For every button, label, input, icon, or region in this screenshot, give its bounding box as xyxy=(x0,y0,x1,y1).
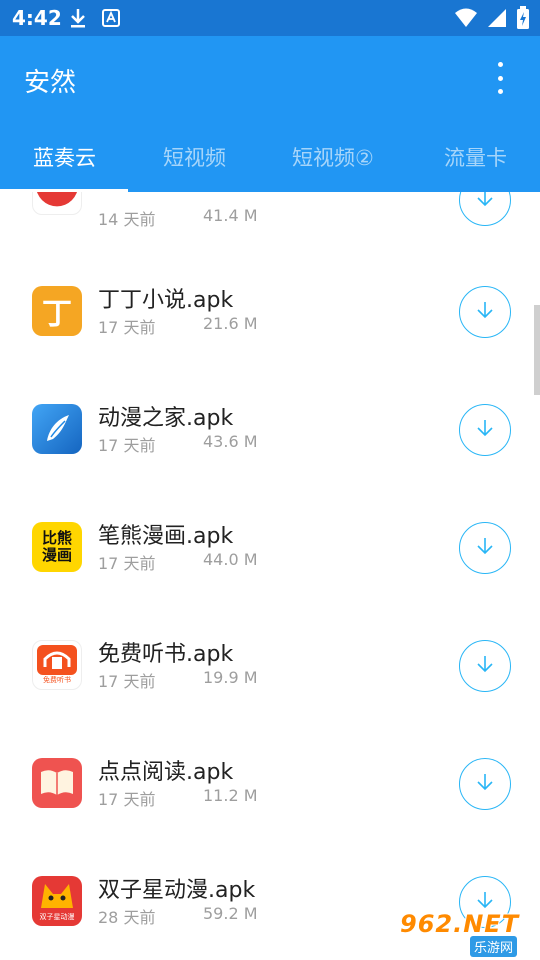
file-name: 丁丁小说.apk xyxy=(98,288,234,313)
download-button[interactable] xyxy=(459,192,511,226)
a-icon xyxy=(102,7,120,33)
download-button[interactable] xyxy=(459,286,511,338)
watermark-logo: 962.NET 乐游网 xyxy=(400,908,538,958)
download-arrow-icon xyxy=(474,771,496,797)
download-arrow-icon xyxy=(474,653,496,679)
file-date: 17 天前 xyxy=(98,790,156,809)
file-name: 笔熊漫画.apk xyxy=(98,524,234,549)
download-button[interactable] xyxy=(459,522,511,574)
partial-red-app-icon xyxy=(32,192,82,215)
tab-short-video[interactable]: 短视频 xyxy=(163,142,226,172)
file-name: 动漫之家.apk xyxy=(98,406,234,431)
download-arrow-icon xyxy=(474,535,496,561)
tab-lanzouyun[interactable]: 蓝奏云 xyxy=(33,142,96,172)
file-name: 免费听书.apk xyxy=(98,642,234,667)
scrollbar[interactable] xyxy=(534,305,540,395)
download-icon xyxy=(68,7,88,33)
download-arrow-icon xyxy=(474,417,496,443)
tab-short-video-2[interactable]: 短视频② xyxy=(292,142,374,172)
file-date: 28 天前 xyxy=(98,908,156,927)
list-item[interactable]: 14 天前 41.4 M xyxy=(0,192,540,229)
app-bar: 安然 蓝奏云 短视频 短视频② 流量卡 xyxy=(0,36,540,192)
battery-charging-icon xyxy=(516,6,530,34)
download-arrow-icon xyxy=(474,299,496,325)
free-audiobook-icon: 免费听书 xyxy=(32,640,82,690)
bixiong-comic-icon: 比熊 漫画 xyxy=(32,522,82,572)
download-button[interactable] xyxy=(459,640,511,692)
tab-data-card[interactable]: 流量卡 xyxy=(444,142,507,172)
file-size: 41.4 M xyxy=(203,206,258,225)
file-size: 44.0 M xyxy=(203,550,258,569)
diandian-reading-icon xyxy=(32,758,82,808)
file-list: 14 天前 41.4 M 丁 丁丁小说.apk 17 天前 21.6 M 动漫之… xyxy=(0,192,540,960)
file-date: 17 天前 xyxy=(98,672,156,691)
status-time: 4:42 xyxy=(12,6,62,30)
download-button[interactable] xyxy=(459,758,511,810)
list-item[interactable]: 点点阅读.apk 17 天前 11.2 M xyxy=(0,724,540,842)
download-button[interactable] xyxy=(459,404,511,456)
file-name: 点点阅读.apk xyxy=(98,760,234,785)
app-title: 安然 xyxy=(24,68,77,98)
file-name: 双子星动漫.apk xyxy=(98,878,256,903)
file-date: 17 天前 xyxy=(98,554,156,573)
download-arrow-icon xyxy=(474,192,496,213)
file-date: 17 天前 xyxy=(98,436,156,455)
file-size: 19.9 M xyxy=(203,668,258,687)
file-size: 43.6 M xyxy=(203,432,258,451)
watermark-sub: 乐游网 xyxy=(470,936,518,957)
list-item[interactable]: 动漫之家.apk 17 天前 43.6 M xyxy=(0,370,540,488)
watermark-main: 962.NET xyxy=(400,910,520,938)
tab-bar: 蓝奏云 短视频 短视频② 流量卡 xyxy=(0,132,540,192)
file-size: 21.6 M xyxy=(203,314,258,333)
more-vert-icon[interactable] xyxy=(488,62,512,94)
dongman-zhijia-icon xyxy=(32,404,82,454)
file-date: 14 天前 xyxy=(98,210,156,229)
wifi-icon xyxy=(454,7,478,33)
file-size: 11.2 M xyxy=(203,786,258,805)
file-size: 59.2 M xyxy=(203,904,258,923)
list-item[interactable]: 比熊 漫画 笔熊漫画.apk 17 天前 44.0 M xyxy=(0,488,540,606)
list-item[interactable]: 免费听书 免费听书.apk 17 天前 19.9 M xyxy=(0,606,540,724)
shuangzixing-comic-icon: 双子星动漫 xyxy=(32,876,82,926)
signal-icon xyxy=(486,7,508,33)
dingding-novel-icon: 丁 xyxy=(32,286,82,336)
list-item[interactable]: 丁 丁丁小说.apk 17 天前 21.6 M xyxy=(0,252,540,370)
file-date: 17 天前 xyxy=(98,318,156,337)
status-bar: 4:42 xyxy=(0,0,540,36)
